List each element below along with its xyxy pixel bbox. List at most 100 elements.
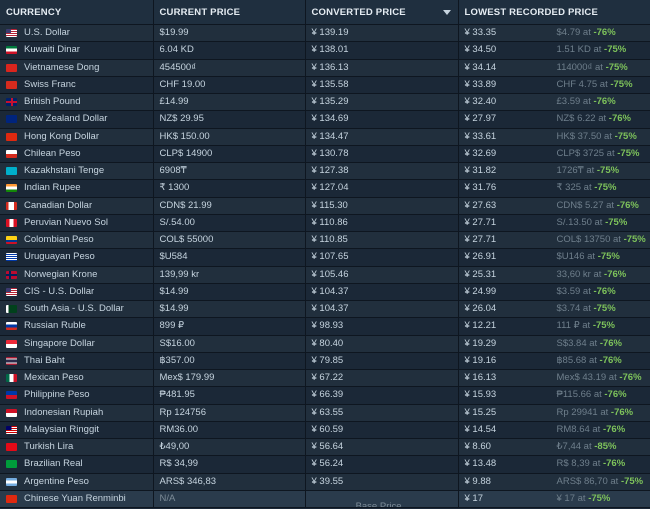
currency-cell: Norwegian Krone	[0, 266, 154, 284]
discount-badge: -75%	[620, 475, 644, 487]
current-price-value: $19.99	[159, 27, 189, 39]
converted-price-value: ¥ 80.40	[311, 337, 344, 349]
current-price-cell: 6908₸	[153, 162, 306, 181]
current-price-value: $14.99	[159, 285, 189, 297]
current-price-cell: HK$ 150.00	[153, 128, 306, 146]
flag-icon	[6, 408, 17, 417]
currency-name: Indian Rupee	[24, 182, 81, 194]
converted-price-cell: ¥ 63.55	[305, 404, 459, 422]
currency-cell: Brazilian Real	[0, 455, 154, 474]
current-price-value: N/A	[159, 492, 176, 504]
lowest-price-value: ¥ 32.69	[464, 147, 497, 159]
column-header-current-price[interactable]: CURRENT PRICE	[153, 0, 306, 25]
converted-price-value: ¥ 130.78	[311, 147, 349, 159]
lowest-local-price: Mex$ 43.19 at	[556, 372, 620, 384]
currency-name: Chilean Peso	[24, 147, 81, 159]
discount-badge: -75%	[604, 44, 627, 56]
table-row: Vietnamese Dong 454500₫ ¥ 136.13 ¥ 34.14 114…	[0, 59, 650, 77]
current-price-value: ฿357.00	[159, 354, 195, 366]
current-price-cell: Mex$ 179.99	[153, 369, 306, 388]
converted-price-cell: ¥ 60.59	[305, 421, 459, 440]
lowest-price-value: ¥ 32.40	[464, 96, 497, 108]
lowest-price-cell: ¥ 27.71 COL$ 13750 at -75%	[458, 231, 650, 250]
discount-badge: -75%	[605, 216, 628, 228]
lowest-price-value: ¥ 27.71	[464, 234, 497, 246]
lowest-local-price: $U146 at	[556, 251, 598, 263]
lowest-local-price: ¥ 17 at	[556, 492, 589, 504]
current-price-cell: $U584	[153, 248, 306, 267]
converted-price-value: ¥ 134.69	[311, 113, 349, 125]
table-row: Argentine Peso ARS$ 346,83 ¥ 39.55 ¥ 9.88 AR…	[0, 473, 650, 491]
table-row: U.S. Dollar $19.99 ¥ 139.19 ¥ 33.35 $4.79 at…	[0, 24, 650, 43]
currency-price-table: CURRENCY CURRENT PRICE CONVERTED PRICE L…	[0, 0, 650, 509]
currency-name: Vietnamese Dong	[24, 61, 100, 73]
current-price-value: CDN$ 21.99	[159, 199, 212, 211]
converted-price-cell: ¥ 110.86	[305, 214, 459, 233]
currency-name: U.S. Dollar	[24, 27, 70, 39]
lowest-price-value: ¥ 17	[464, 492, 484, 504]
lowest-price-value: ¥ 8.60	[464, 441, 491, 453]
converted-price-cell: ¥ 134.69	[305, 110, 459, 129]
flag-icon	[6, 322, 17, 331]
lowest-price-cell: ¥ 27.71 S/.13.50 at -75%	[458, 214, 650, 233]
column-header-converted-price[interactable]: CONVERTED PRICE	[305, 0, 459, 25]
current-price-value: RM36.00	[159, 423, 199, 435]
currency-cell: Hong Kong Dollar	[0, 128, 154, 146]
lowest-local-price: ₺7,44 at	[556, 441, 595, 453]
table-row: Norwegian Krone 139,99 kr ¥ 105.46 ¥ 25.31 3…	[0, 266, 650, 284]
current-price-cell: ₹ 1300	[153, 179, 306, 198]
currency-name: Russian Ruble	[24, 320, 86, 332]
current-price-cell: COL$ 55000	[153, 231, 306, 250]
flag-icon	[6, 167, 17, 175]
flag-icon	[6, 98, 17, 106]
converted-price-cell: ¥ 56.64	[305, 438, 459, 457]
table-row: Colombian Peso COL$ 55000 ¥ 110.85 ¥ 27.71 C…	[0, 231, 650, 250]
lowest-local-price: RM8.64 at	[556, 423, 603, 435]
table-row: South Asia - U.S. Dollar $14.99 ¥ 104.37 ¥ …	[0, 300, 650, 319]
current-price-value: 6908₸	[159, 165, 187, 177]
current-price-cell: Rp 124756	[153, 404, 306, 422]
current-price-value: 454500₫	[159, 61, 197, 73]
currency-name: CIS - U.S. Dollar	[24, 285, 95, 297]
current-price-value: NZ$ 29.95	[159, 113, 204, 125]
converted-price-value: ¥ 105.46	[311, 268, 349, 280]
converted-price-value: ¥ 56.24	[311, 458, 344, 470]
lowest-price-cell: ¥ 27.97 NZ$ 6.22 at -76%	[458, 110, 650, 129]
converted-price-value: ¥ 135.58	[311, 78, 349, 90]
lowest-price-value: ¥ 27.71	[464, 216, 497, 228]
currency-cell: British Pound	[0, 93, 154, 112]
lowest-price-value: ¥ 15.25	[464, 406, 497, 418]
current-price-cell: RM36.00	[153, 421, 306, 440]
flag-icon	[6, 391, 17, 400]
currency-name: Chinese Yuan Renminbi	[24, 492, 126, 504]
current-price-cell: £14.99	[153, 93, 306, 112]
converted-price-cell: ¥ 138.01	[305, 41, 459, 60]
current-price-cell: CDN$ 21.99	[153, 197, 306, 215]
currency-cell: New Zealand Dollar	[0, 110, 154, 129]
current-price-cell: ARS$ 346,83	[153, 473, 306, 491]
lowest-price-value: ¥ 34.14	[464, 61, 497, 73]
lowest-local-price: CLP$ 3725 at	[556, 147, 618, 159]
converted-price-cell: ¥ 127.38	[305, 162, 459, 181]
converted-price-value: ¥ 134.47	[311, 130, 349, 142]
currency-cell: Swiss Franc	[0, 76, 154, 95]
lowest-local-price: COL$ 13750 at	[556, 234, 624, 246]
currency-cell: Indian Rupee	[0, 179, 154, 198]
lowest-price-cell: ¥ 31.76 ₹ 325 at -75%	[458, 179, 650, 198]
current-price-cell: R$ 34,99	[153, 455, 306, 474]
converted-price-cell: ¥ 79.85	[305, 352, 459, 371]
lowest-price-cell: ¥ 19.16 ฿85.68 at -76%	[458, 352, 650, 371]
lowest-price-cell: ¥ 34.50 1.51 KD at -75%	[458, 41, 650, 60]
column-header-lowest-recorded-price[interactable]: LOWEST RECORDED PRICE	[458, 0, 650, 25]
converted-price-cell: Base Price	[305, 490, 459, 509]
lowest-price-cell: ¥ 31.82 1726₸ at -75%	[458, 162, 650, 181]
current-price-cell: N/A	[153, 490, 306, 509]
converted-price-cell: ¥ 105.46	[305, 266, 459, 284]
column-header-currency[interactable]: CURRENCY	[0, 0, 154, 25]
converted-price-value: ¥ 127.04	[311, 182, 349, 194]
currency-cell: Chinese Yuan Renminbi	[0, 490, 154, 509]
lowest-price-value: ¥ 13.48	[464, 458, 497, 470]
lowest-price-value: ¥ 27.63	[464, 199, 497, 211]
converted-price-cell: ¥ 56.24	[305, 455, 459, 474]
current-price-cell: ₱481.95	[153, 386, 306, 405]
